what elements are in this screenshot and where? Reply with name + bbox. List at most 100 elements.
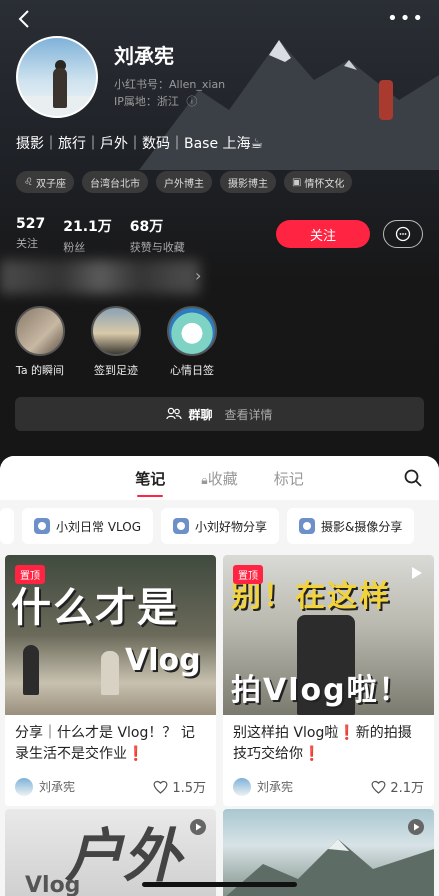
collection-vlog[interactable]: 小刘日常 VLOG	[22, 508, 154, 544]
tag-label: 情怀文化	[304, 178, 345, 190]
author-name[interactable]: 刘承宪	[39, 778, 75, 795]
cover-text-value: 别！在这样	[231, 579, 391, 614]
tag-label: 台湾台北市	[89, 178, 140, 190]
more-options-icon[interactable]: •••	[387, 8, 425, 29]
back-arrow-icon[interactable]	[14, 8, 36, 30]
like-button[interactable]: 2.1万	[371, 777, 424, 796]
note-footer: 刘承宪 1.5万	[5, 773, 216, 806]
collection-photography[interactable]: 摄影&摄像分享	[287, 508, 415, 544]
highlight-mood[interactable]: 心情日签	[166, 306, 218, 378]
badge-icon: ▣	[291, 176, 302, 188]
top-bar: •••	[0, 0, 439, 40]
video-play-icon	[412, 567, 422, 579]
notes-panel: 笔记 🔒︎收藏 标记 小刘日常 VLOG 小刘好物分享 摄影&摄像分享 什么才是…	[0, 456, 439, 896]
stat-followers[interactable]: 21.1万 粉丝	[63, 216, 112, 255]
group-chat-detail: 查看详情	[224, 407, 273, 422]
collection-label: 小刘好物分享	[195, 519, 268, 534]
note-cover: 别！在这样 拍Vlog啦！ 置顶	[223, 555, 434, 715]
note-title: 别这样拍 Vlog啦❗新的拍摄技巧交给你❗	[223, 715, 434, 773]
stat-value: 21.1万	[63, 219, 112, 235]
cover-text: 户外	[65, 822, 182, 890]
collection-partial[interactable]	[0, 508, 14, 544]
stat-value: 527	[16, 216, 46, 232]
tag-location[interactable]: 台湾台北市	[81, 171, 148, 193]
note-footer: 刘承宪 2.1万	[223, 773, 434, 806]
highlight-cover	[91, 306, 141, 356]
highlight-cover	[167, 306, 217, 356]
collection-label: 摄影&摄像分享	[321, 519, 403, 534]
stat-label: 关注	[16, 237, 38, 250]
note-card[interactable]: 什么才是 Vlog 置顶 分享｜什么才是 Vlog！？ 记录生活不是交作业❗ 刘…	[5, 555, 216, 806]
group-chat-bar[interactable]: 群聊 查看详情	[15, 397, 424, 431]
tag-label: 双子座	[35, 178, 66, 190]
tag-zodiac[interactable]: ♌ 双子座	[16, 171, 74, 193]
stat-likes[interactable]: 68万 获赞与收藏	[130, 216, 185, 255]
author-name[interactable]: 刘承宪	[257, 778, 293, 795]
info-icon[interactable]: ⓘ	[186, 95, 197, 108]
highlight-checkin[interactable]: 签到足迹	[90, 306, 142, 378]
profile-bio: 摄影｜旅行｜戶外｜数码｜Base 上海☕	[16, 136, 264, 152]
chevron-right-icon: ›	[195, 266, 202, 285]
collection-label: 小刘日常 VLOG	[56, 519, 142, 534]
tab-notes[interactable]: 笔记	[135, 468, 165, 497]
highlight-label: 心情日签	[170, 364, 214, 377]
profile-name: 刘承宪	[114, 44, 174, 68]
highlight-label: 签到足迹	[94, 364, 138, 377]
collections-row: 小刘日常 VLOG 小刘好物分享 摄影&摄像分享	[0, 508, 439, 548]
like-button[interactable]: 1.5万	[153, 777, 206, 796]
tab-collections[interactable]: 🔒︎收藏	[201, 468, 237, 489]
exclamation-icon: ❗	[303, 746, 321, 762]
note-card[interactable]: 别！在这样 拍Vlog啦！ 置顶 别这样拍 Vlog啦❗新的拍摄技巧交给你❗ 刘…	[223, 555, 434, 806]
pinned-badge: 置顶	[15, 565, 45, 584]
video-play-icon	[408, 819, 424, 835]
follow-button[interactable]: 关注	[276, 220, 370, 248]
highlight-cover	[15, 306, 65, 356]
note-title: 分享｜什么才是 Vlog！？ 记录生活不是交作业❗	[5, 715, 216, 773]
stat-value: 68万	[129, 219, 164, 235]
profile-stats: 527 关注 21.1万 粉丝 68万 获赞与收藏	[16, 216, 185, 255]
cover-text-secondary: Vlog	[25, 873, 81, 896]
avatar[interactable]	[16, 36, 98, 118]
home-indicator[interactable]	[142, 882, 297, 887]
like-count: 1.5万	[172, 781, 206, 796]
cover-text-secondary-value: 拍Vlog啦！	[231, 673, 411, 708]
stat-following[interactable]: 527 关注	[16, 216, 45, 255]
note-title-text: 别这样拍 Vlog啦❗新的拍摄技巧交给你	[233, 725, 412, 762]
author-avatar[interactable]	[233, 777, 251, 796]
ip-location: IP属地：浙江 ⓘ	[114, 93, 197, 109]
note-cover: 什么才是 Vlog 置顶	[5, 555, 216, 715]
cover-text-secondary: Vlog	[125, 643, 201, 678]
stat-label: 粉丝	[63, 241, 86, 254]
heart-icon	[371, 780, 386, 794]
tab-marked[interactable]: 标记	[274, 468, 304, 489]
tag-photography[interactable]: 摄影博主	[219, 171, 276, 193]
cover-text-secondary: 拍Vlog啦！	[231, 665, 411, 709]
content-tabs: 笔记 🔒︎收藏 标记	[0, 456, 439, 500]
red-id: 小红书号：Allen_xian	[114, 78, 226, 91]
tag-outdoor[interactable]: 户外博主	[155, 171, 212, 193]
collection-icon	[34, 518, 50, 534]
search-icon[interactable]	[403, 468, 423, 488]
profile-tags: ♌ 双子座 台湾台北市 户外博主 摄影博主 ▣ 情怀文化	[16, 171, 353, 193]
note-title-text: 分享｜什么才是 Vlog！？ 记录生活不是交作业	[15, 725, 195, 762]
blurred-link-row[interactable]: ›	[0, 256, 210, 296]
heart-icon	[153, 780, 168, 794]
collection-goods[interactable]: 小刘好物分享	[161, 508, 280, 544]
exclamation-icon: ❗	[127, 746, 145, 762]
stat-label: 获赞与收藏	[129, 241, 185, 254]
collection-icon	[299, 518, 316, 534]
message-button[interactable]	[383, 220, 423, 248]
video-play-icon	[190, 819, 206, 835]
author-avatar[interactable]	[15, 777, 33, 796]
blurred-content	[0, 260, 200, 294]
highlight-label: Ta 的瞬间	[15, 364, 65, 377]
profile-header: ••• 刘承宪 小红书号：Allen_xian IP属地：浙江 ⓘ 摄影｜旅行｜…	[0, 0, 439, 470]
gemini-icon: ♌	[24, 176, 33, 188]
tab-collections-label: 收藏	[207, 469, 238, 488]
ip-location-text: IP属地：浙江	[114, 95, 179, 108]
highlight-moments[interactable]: Ta 的瞬间	[14, 306, 66, 378]
like-count: 2.1万	[390, 781, 424, 796]
tag-culture[interactable]: ▣ 情怀文化	[283, 171, 353, 193]
highlights-row: Ta 的瞬间 签到足迹 心情日签	[14, 306, 218, 378]
group-people-icon	[166, 407, 183, 420]
